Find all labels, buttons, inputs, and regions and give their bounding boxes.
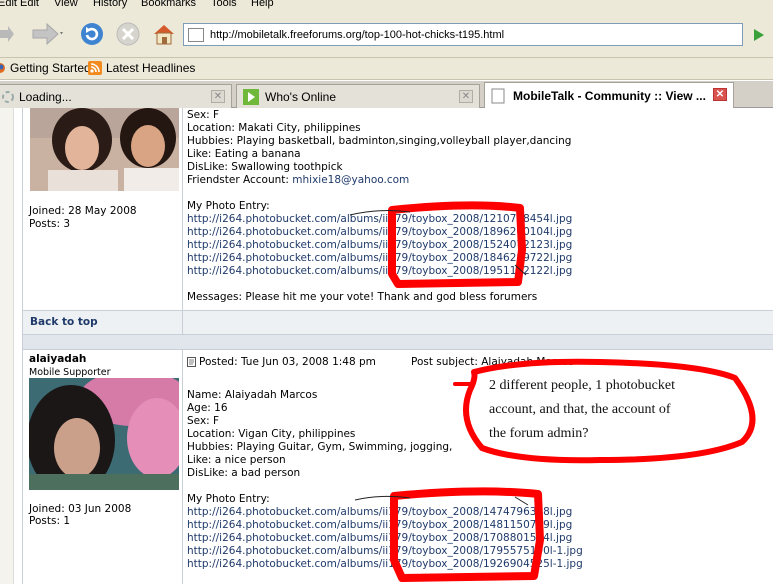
forum-page: Joined: 28 May 2008 Posts: 3 Sex: F Loca… xyxy=(0,108,773,584)
annotation-note-line: 2 different people, 1 photobucket xyxy=(489,378,675,393)
post-count: Posts: 1 xyxy=(29,515,70,527)
profile-line: Sex: F xyxy=(187,415,220,427)
tab-loading[interactable]: Loading... ✕ xyxy=(0,84,232,108)
bookmark-getting-started[interactable]: Getting Started xyxy=(0,61,91,75)
stop-icon xyxy=(116,22,140,46)
column-divider xyxy=(182,108,183,311)
tab-whos-online[interactable]: Who's Online ✕ xyxy=(236,84,480,108)
profile-line: DisLike: a bad person xyxy=(187,467,301,479)
join-date: Joined: 28 May 2008 xyxy=(29,205,137,217)
menu-item-view[interactable]: View xyxy=(54,0,78,9)
row-border xyxy=(22,349,773,350)
friendster-label: Friendster Account: xyxy=(187,174,293,186)
annotation-note-line: the forum admin? xyxy=(489,426,589,441)
back-to-top-row xyxy=(23,311,773,334)
home-button[interactable] xyxy=(150,20,178,48)
user-photo xyxy=(30,108,179,191)
annotation-note-line: account, and that, the account of xyxy=(489,402,671,417)
user-photo xyxy=(29,378,179,490)
photo-link[interactable]: http://i264.photobucket.com/albums/ii179… xyxy=(187,265,572,277)
post-spacer xyxy=(23,335,773,349)
tab-label: Who's Online xyxy=(265,89,336,104)
post-icon xyxy=(187,357,196,367)
page-icon xyxy=(188,27,204,42)
home-icon xyxy=(154,25,174,45)
photo-link[interactable]: http://i264.photobucket.com/albums/ii179… xyxy=(187,558,583,570)
profile-line: DisLike: Swallowing toothpick xyxy=(187,161,343,173)
address-bar[interactable]: http://mobiletalk.freeforums.org/top-100… xyxy=(183,23,743,46)
close-tab-icon[interactable]: ✕ xyxy=(459,90,473,103)
profile-line: Hubbies: Playing basketball, badminton,s… xyxy=(187,135,572,147)
page-icon xyxy=(491,88,505,104)
navigation-toolbar: http://mobiletalk.freeforums.org/top-100… xyxy=(0,12,773,58)
photo-link[interactable]: http://i264.photobucket.com/albums/ii179… xyxy=(187,519,572,531)
photo-link[interactable]: http://i264.photobucket.com/albums/ii179… xyxy=(187,545,583,557)
photo-entry-label: My Photo Entry: xyxy=(187,200,270,212)
menu-item-history[interactable]: History xyxy=(93,0,127,9)
bookmark-label: Getting Started xyxy=(10,61,91,75)
menu-bar: Edit Edit View History Bookmarks Tools H… xyxy=(0,0,773,12)
tab-label: MobileTalk - Community :: View ... xyxy=(513,89,706,103)
post-date: Posted: Tue Jun 03, 2008 1:48 pm xyxy=(199,356,376,368)
join-date: Joined: 03 Jun 2008 xyxy=(29,503,132,515)
reload-icon xyxy=(81,23,103,45)
photo-link[interactable]: http://i264.photobucket.com/albums/ii179… xyxy=(187,239,572,251)
menu-item-edit[interactable]: Edit xyxy=(0,0,17,9)
profile-line: Hubbies: Playing Guitar, Gym, Swimming, … xyxy=(187,441,453,453)
menu-item-help[interactable]: Help xyxy=(251,0,274,9)
profile-line: Name: Alaiyadah Marcos xyxy=(187,389,318,401)
post-header: Posted: Tue Jun 03, 2008 1:48 pm xyxy=(187,356,376,368)
go-arrow-icon xyxy=(754,28,764,41)
back-to-top-link[interactable]: Back to top xyxy=(30,316,98,328)
forward-arrow-icon xyxy=(32,22,63,46)
close-tab-icon[interactable]: ✕ xyxy=(713,88,727,101)
rss-feed-icon xyxy=(88,61,102,75)
profile-line: Like: Eating a banana xyxy=(187,148,301,160)
firefox-icon xyxy=(0,63,5,73)
username[interactable]: alaiyadah xyxy=(29,353,86,365)
photo-link[interactable]: http://i264.photobucket.com/albums/ii179… xyxy=(187,252,572,264)
back-arrow-icon xyxy=(0,26,14,42)
back-button[interactable] xyxy=(0,22,14,46)
avatar-post-1 xyxy=(30,108,179,191)
post-count: Posts: 3 xyxy=(29,218,70,230)
photo-link[interactable]: http://i264.photobucket.com/albums/ii179… xyxy=(187,226,572,238)
close-tab-icon[interactable]: ✕ xyxy=(211,90,225,103)
photo-entry-label: My Photo Entry: xyxy=(187,493,270,505)
bookmark-label: Latest Headlines xyxy=(106,61,196,75)
photo-link[interactable]: http://i264.photobucket.com/albums/ii179… xyxy=(187,213,572,225)
bookmark-latest-headlines[interactable]: Latest Headlines xyxy=(88,61,195,75)
loading-spinner-icon xyxy=(2,90,14,103)
column-divider xyxy=(182,311,183,334)
user-rank: Mobile Supporter xyxy=(29,367,111,378)
go-button[interactable] xyxy=(747,24,769,45)
tab-bar: Loading... ✕ Who's Online ✕ MobileTalk -… xyxy=(0,81,773,109)
page-gutter xyxy=(0,108,14,584)
profile-line: Location: Makati City, philippines xyxy=(187,122,361,134)
profile-line: Location: Vigan City, philippines xyxy=(187,428,356,440)
profile-line: Age: 16 xyxy=(187,402,228,414)
profile-line: Like: a nice person xyxy=(187,454,286,466)
reload-button[interactable] xyxy=(78,20,106,48)
forum-favicon xyxy=(243,88,259,105)
menu-item-tools[interactable]: Tools xyxy=(211,0,237,9)
post-message: Messages: Please hit me your vote! Thank… xyxy=(187,291,538,303)
menu-item-edit[interactable]: Edit xyxy=(20,0,39,9)
friendster-line: Friendster Account: mhixie18@yahoo.com xyxy=(187,174,409,186)
url-text[interactable]: http://mobiletalk.freeforums.org/top-100… xyxy=(210,29,504,41)
stop-button[interactable] xyxy=(114,20,142,48)
column-divider xyxy=(182,349,183,584)
photo-link[interactable]: http://i264.photobucket.com/albums/ii179… xyxy=(187,506,572,518)
profile-line: Sex: F xyxy=(187,109,220,121)
photo-link[interactable]: http://i264.photobucket.com/albums/ii179… xyxy=(187,532,572,544)
tab-label: Loading... xyxy=(19,89,72,104)
friendster-email-link[interactable]: mhixie18@yahoo.com xyxy=(292,174,409,186)
tab-mobiletalk[interactable]: MobileTalk - Community :: View ... ✕ xyxy=(484,82,734,109)
avatar-post-2 xyxy=(29,378,179,490)
bookmarks-toolbar: Getting Started Latest Headlines xyxy=(0,58,773,80)
menu-item-bookmarks[interactable]: Bookmarks xyxy=(141,0,196,9)
post-subject: Post subject: Alaiyadah Marcos xyxy=(411,356,574,368)
forward-button[interactable] xyxy=(30,20,64,48)
